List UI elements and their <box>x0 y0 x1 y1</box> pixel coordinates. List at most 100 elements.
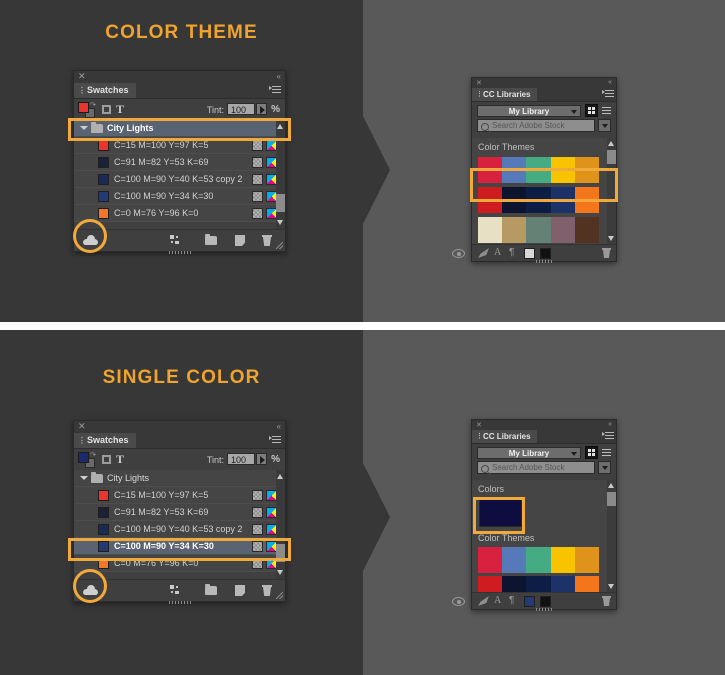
table-row[interactable]: C=100 M=90 Y=40 K=53 copy 2 <box>74 521 285 538</box>
double-chevron-left-icon[interactable]: « <box>277 422 281 431</box>
scroll-up-icon[interactable] <box>608 141 614 146</box>
table-row[interactable]: C=0 M=76 Y=96 K=0 <box>74 205 285 222</box>
library-select[interactable]: My Library <box>477 447 581 459</box>
scroll-up-icon[interactable] <box>277 124 283 129</box>
color-theme-row[interactable] <box>478 157 600 183</box>
tint-dropdown-arrow-icon[interactable] <box>256 103 267 115</box>
swatch-group-row[interactable]: City Lights <box>74 120 285 137</box>
scroll-down-icon[interactable] <box>277 570 283 575</box>
search-input[interactable]: Search Adobe Stock <box>477 119 595 132</box>
swap-fill-stroke-icon[interactable]: ↷ <box>90 101 96 109</box>
grid-view-icon[interactable] <box>585 446 598 459</box>
fill-color-icon[interactable] <box>78 102 89 113</box>
fill-color-icon[interactable] <box>524 248 535 259</box>
tab-cc-libraries[interactable]: ⋮ CC Libraries <box>472 88 537 101</box>
chevron-down-icon[interactable] <box>80 476 88 480</box>
cc-scrollbar[interactable] <box>607 138 616 244</box>
resize-grip-icon[interactable] <box>276 592 283 599</box>
paragraph-style-icon[interactable]: ¶ <box>509 596 514 606</box>
scroll-down-icon[interactable] <box>608 584 614 589</box>
fill-color-icon[interactable] <box>78 452 89 463</box>
table-row[interactable]: C=91 M=82 Y=53 K=69 <box>74 154 285 171</box>
brush-icon[interactable] <box>478 596 489 606</box>
stroke-color-icon[interactable] <box>540 596 551 607</box>
color-theme-row[interactable] <box>478 547 600 573</box>
panel-drag-grip[interactable] <box>168 251 191 254</box>
eye-icon[interactable] <box>452 597 465 606</box>
formatting-text-icon[interactable]: T <box>116 102 124 116</box>
table-row[interactable]: C=91 M=82 Y=53 K=69 <box>74 504 285 521</box>
tab-cc-libraries[interactable]: ⋮ CC Libraries <box>472 430 537 443</box>
scrollbar-thumb[interactable] <box>607 492 616 506</box>
trash-icon[interactable] <box>262 235 272 246</box>
panel-drag-grip[interactable] <box>536 260 552 263</box>
panel-menu-icon[interactable] <box>602 432 614 441</box>
chevron-down-icon[interactable] <box>80 126 88 130</box>
new-color-group-icon[interactable] <box>170 585 182 596</box>
stroke-color-icon[interactable] <box>540 248 551 259</box>
panel-menu-icon[interactable] <box>269 86 281 95</box>
search-filter-dropdown[interactable] <box>598 119 611 132</box>
trash-icon[interactable] <box>602 596 611 606</box>
color-theme-row-selected[interactable] <box>478 187 600 213</box>
fill-color-icon[interactable] <box>524 596 535 607</box>
grid-view-icon[interactable] <box>585 104 598 117</box>
trash-icon[interactable] <box>262 585 272 596</box>
scroll-up-icon[interactable] <box>608 483 614 488</box>
swatches-scrollbar[interactable] <box>276 120 285 229</box>
trash-icon[interactable] <box>602 248 611 258</box>
folder-icon[interactable] <box>205 234 217 245</box>
scrollbar-thumb[interactable] <box>276 544 285 562</box>
cc-libraries-content[interactable]: Color Themes <box>472 138 616 244</box>
formatting-text-icon[interactable]: T <box>116 452 124 466</box>
eye-icon[interactable] <box>452 249 465 258</box>
formatting-container-icon[interactable] <box>102 455 111 464</box>
swap-fill-stroke-icon[interactable]: ↷ <box>90 451 96 459</box>
close-icon[interactable]: ✕ <box>78 422 87 431</box>
new-color-group-icon[interactable] <box>170 235 182 246</box>
panel-menu-icon[interactable] <box>602 90 614 99</box>
library-select[interactable]: My Library <box>477 105 581 117</box>
table-row[interactable]: C=15 M=100 Y=97 K=5 <box>74 487 285 504</box>
panel-drag-grip[interactable] <box>168 601 191 604</box>
table-row[interactable]: C=15 M=100 Y=97 K=5 <box>74 137 285 154</box>
double-chevron-left-icon[interactable]: « <box>608 78 612 87</box>
scrollbar-thumb[interactable] <box>276 194 285 212</box>
scroll-up-icon[interactable] <box>277 474 283 479</box>
list-view-icon[interactable] <box>600 104 613 117</box>
scroll-down-icon[interactable] <box>277 220 283 225</box>
double-chevron-left-icon[interactable]: « <box>608 420 612 429</box>
scrollbar-thumb[interactable] <box>607 150 616 164</box>
tab-swatches[interactable]: ⋮ Swatches <box>74 83 136 98</box>
folder-icon[interactable] <box>205 584 217 595</box>
search-input[interactable]: Search Adobe Stock <box>477 461 595 474</box>
fill-stroke-control[interactable]: ↷ <box>78 101 96 118</box>
new-swatch-icon[interactable] <box>235 585 245 596</box>
cc-libraries-content[interactable]: Colors Color Themes <box>472 480 616 592</box>
swatches-list[interactable]: City Lights C=15 M=100 Y=97 K=5 C=91 M=8… <box>74 120 285 229</box>
swatch-group-row[interactable]: City Lights <box>74 470 285 487</box>
list-view-icon[interactable] <box>600 446 613 459</box>
library-color-swatch[interactable] <box>479 498 522 527</box>
table-row[interactable]: C=0 M=76 Y=96 K=0 <box>74 555 285 572</box>
character-style-icon[interactable]: A <box>494 596 501 606</box>
paragraph-style-icon[interactable]: ¶ <box>509 248 514 258</box>
fill-stroke-control[interactable]: ↷ <box>78 451 96 468</box>
cc-scrollbar[interactable] <box>607 480 616 592</box>
character-style-icon[interactable]: A <box>494 248 501 258</box>
color-theme-row[interactable] <box>478 217 600 243</box>
panel-menu-icon[interactable] <box>269 436 281 445</box>
swatches-list[interactable]: City Lights C=15 M=100 Y=97 K=5 C=91 M=8… <box>74 470 285 579</box>
formatting-container-icon[interactable] <box>102 105 111 114</box>
close-icon[interactable]: ✕ <box>78 72 87 81</box>
table-row[interactable]: C=100 M=90 Y=34 K=30 <box>74 188 285 205</box>
resize-grip-icon[interactable] <box>276 242 283 249</box>
table-row[interactable]: C=100 M=90 Y=40 K=53 copy 2 <box>74 171 285 188</box>
close-icon[interactable]: ✕ <box>476 79 485 88</box>
brush-icon[interactable] <box>478 248 489 258</box>
cloud-icon[interactable] <box>83 235 98 245</box>
search-filter-dropdown[interactable] <box>598 461 611 474</box>
swatches-scrollbar[interactable] <box>276 470 285 579</box>
tint-dropdown-arrow-icon[interactable] <box>256 453 267 465</box>
tint-input[interactable]: 100 <box>227 453 255 465</box>
